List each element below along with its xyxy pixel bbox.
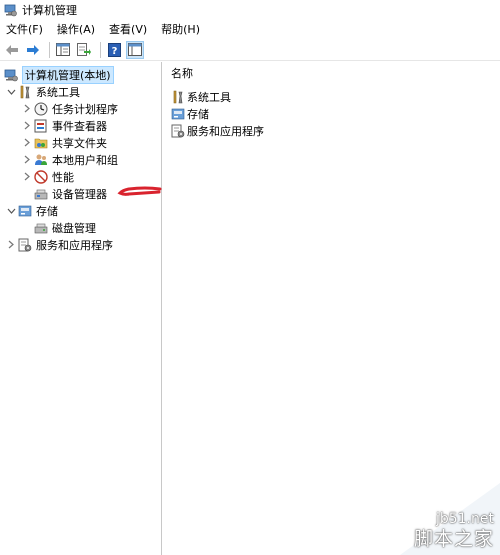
window-title: 计算机管理	[22, 4, 77, 17]
navigation-tree: 计算机管理(本地) 系统工具 任务计划程序 事件查看器 共享文件夹 本地用户和组…	[0, 62, 162, 555]
column-header-name[interactable]: 名称	[163, 62, 500, 84]
tree-label: 性能	[52, 170, 74, 184]
event-viewer-icon	[34, 119, 48, 133]
tree-label: 设备管理器	[52, 187, 107, 201]
chevron-down-icon[interactable]	[6, 206, 16, 216]
help-icon[interactable]: ?	[105, 41, 123, 59]
watermark: jb51.net 脚本之家	[380, 483, 500, 555]
tree-label: 事件查看器	[52, 119, 107, 133]
list-item-services-apps[interactable]: 服务和应用程序	[171, 122, 264, 139]
menu-file[interactable]: 文件(F)	[6, 21, 43, 37]
tree-item-task-scheduler[interactable]: 任务计划程序	[22, 100, 118, 117]
show-tree-icon[interactable]	[54, 41, 72, 59]
list-item-system-tools[interactable]: 系统工具	[171, 88, 231, 105]
system-tools-icon	[171, 90, 185, 104]
services-apps-icon	[171, 124, 185, 138]
tree-item-disk-management[interactable]: 磁盘管理	[34, 219, 96, 236]
toolbar-separator	[100, 41, 101, 58]
computer-management-icon	[4, 4, 17, 17]
menu-view[interactable]: 查看(V)	[109, 21, 147, 37]
tree-label: 计算机管理(本地)	[22, 65, 114, 84]
list-item-storage[interactable]: 存储	[171, 105, 209, 122]
chevron-right-icon[interactable]	[22, 121, 32, 131]
toolbar: ?	[0, 39, 500, 61]
forward-arrow-icon[interactable]	[24, 41, 42, 59]
back-arrow-icon[interactable]	[3, 41, 21, 59]
tree-item-event-viewer[interactable]: 事件查看器	[22, 117, 107, 134]
menu-bar: 文件(F) 操作(A) 查看(V) 帮助(H)	[0, 20, 500, 38]
tree-label: 系统工具	[36, 85, 80, 99]
console-view-icon[interactable]	[126, 40, 144, 59]
list-item-label: 服务和应用程序	[187, 124, 264, 138]
title-bar: 计算机管理	[0, 0, 500, 20]
disk-management-icon	[34, 221, 48, 235]
tree-label: 服务和应用程序	[36, 238, 113, 252]
tree-item-shared-folders[interactable]: 共享文件夹	[22, 134, 107, 151]
shared-folder-icon	[34, 136, 48, 150]
chevron-right-icon[interactable]	[22, 172, 32, 182]
tree-item-system-tools[interactable]: 系统工具	[6, 83, 80, 100]
content-list-pane: 名称 系统工具 存储 服务和应用程序	[163, 62, 500, 555]
chevron-down-icon[interactable]	[6, 87, 16, 97]
tree-label: 磁盘管理	[52, 221, 96, 235]
tree-item-device-manager[interactable]: 设备管理器	[34, 185, 107, 202]
storage-icon	[171, 107, 185, 121]
tree-label: 任务计划程序	[52, 102, 118, 116]
chevron-right-icon[interactable]	[22, 104, 32, 114]
performance-icon	[34, 169, 48, 184]
chevron-right-icon[interactable]	[6, 240, 16, 250]
tree-label: 存储	[36, 204, 58, 218]
services-apps-icon	[18, 238, 32, 252]
svg-text:?: ?	[111, 46, 117, 57]
menu-action[interactable]: 操作(A)	[57, 21, 95, 37]
export-list-icon[interactable]	[75, 41, 93, 59]
system-tools-icon	[18, 85, 32, 99]
list-item-label: 存储	[187, 107, 209, 121]
list-item-label: 系统工具	[187, 90, 231, 104]
menu-help[interactable]: 帮助(H)	[161, 21, 200, 37]
tree-item-local-users[interactable]: 本地用户和组	[22, 151, 118, 168]
annotation-arrow-icon	[117, 186, 162, 196]
toolbar-separator	[49, 41, 50, 58]
storage-icon	[18, 204, 32, 218]
clock-icon	[34, 102, 48, 116]
tree-label: 本地用户和组	[52, 153, 118, 167]
column-header-label: 名称	[171, 66, 193, 80]
users-group-icon	[34, 153, 48, 167]
computer-management-icon	[4, 68, 18, 82]
tree-label: 共享文件夹	[52, 136, 107, 150]
chevron-right-icon[interactable]	[22, 155, 32, 165]
device-manager-icon	[34, 187, 48, 201]
chevron-right-icon[interactable]	[22, 138, 32, 148]
watermark-name: 脚本之家	[413, 528, 494, 550]
tree-item-services-apps[interactable]: 服务和应用程序	[6, 236, 113, 253]
tree-item-storage[interactable]: 存储	[6, 202, 58, 219]
tree-item-root[interactable]: 计算机管理(本地)	[4, 65, 114, 84]
tree-item-performance[interactable]: 性能	[22, 168, 74, 185]
